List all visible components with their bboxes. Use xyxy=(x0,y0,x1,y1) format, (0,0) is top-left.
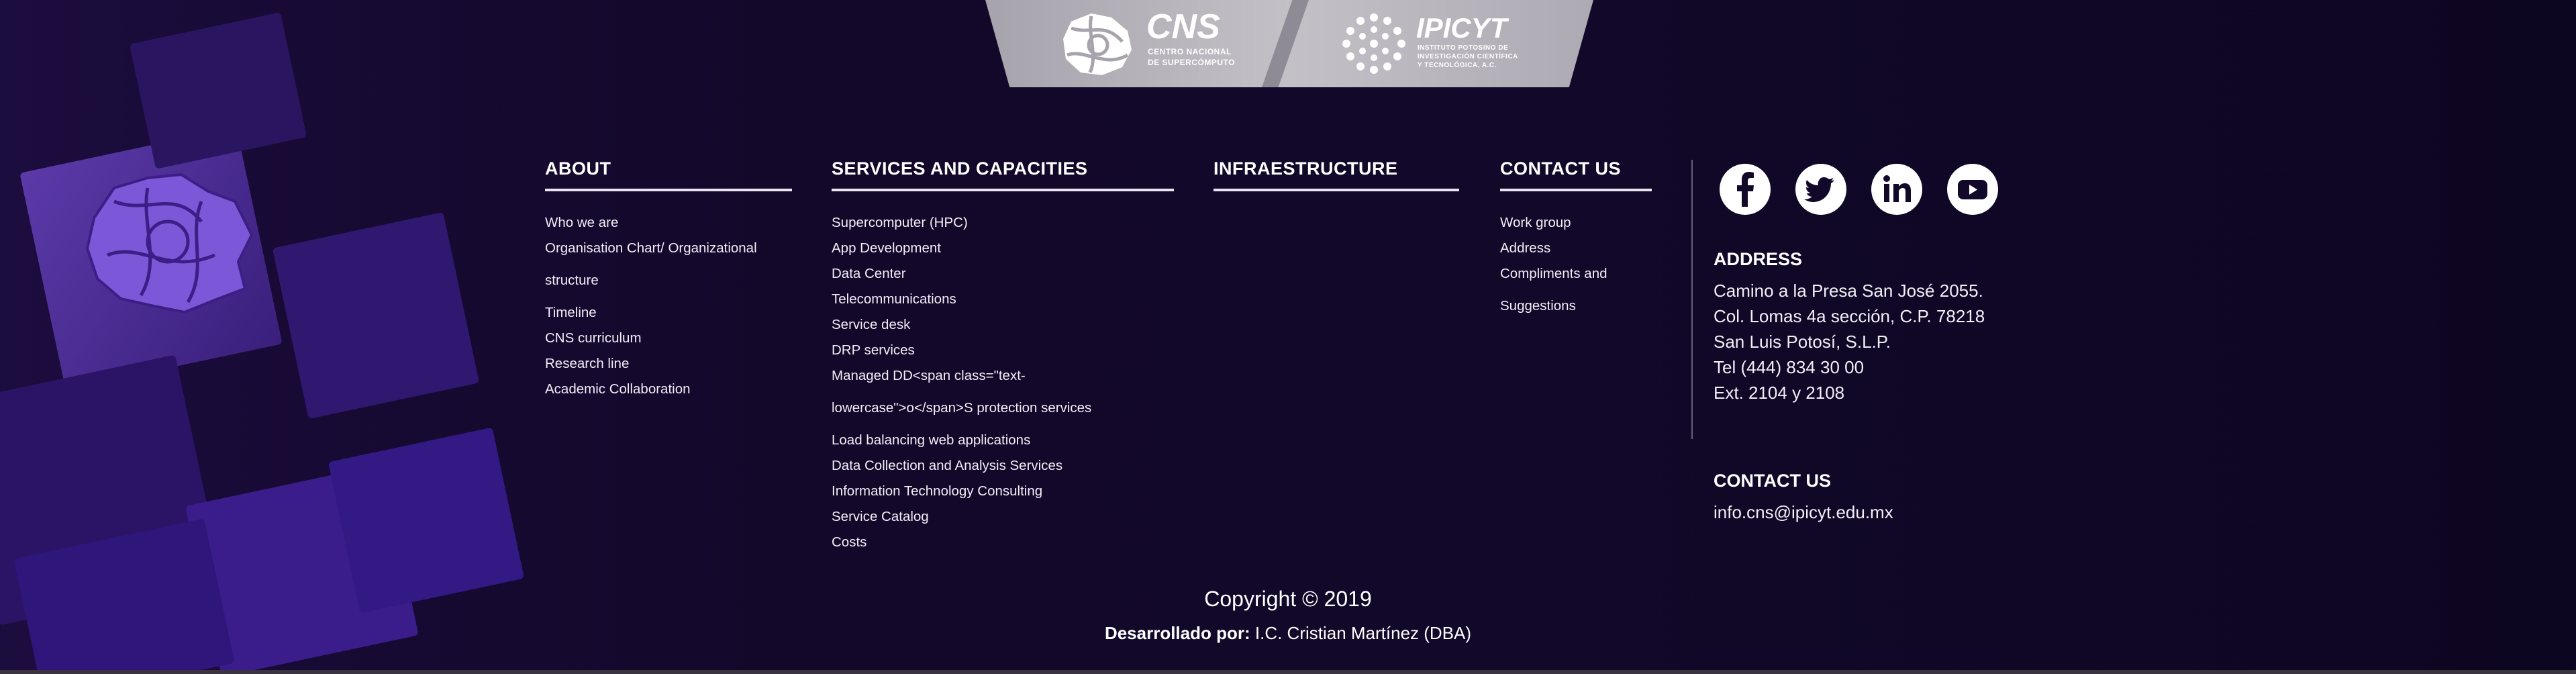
about-heading: ABOUT xyxy=(545,158,792,191)
ipicyt-logo-name: IPICYT xyxy=(1416,12,1507,44)
services-link-costs[interactable]: Costs xyxy=(832,530,1174,555)
services-link-service-catalog[interactable]: Service Catalog xyxy=(832,504,1174,530)
address-heading: ADDRESS xyxy=(1714,249,1803,269)
services-link-drp[interactable]: DRP services xyxy=(832,338,1174,363)
bottom-edge xyxy=(0,670,2576,674)
services-link-app-development[interactable]: App Development xyxy=(832,236,1174,261)
vertical-divider xyxy=(1691,160,1693,439)
cns-emblem-icon xyxy=(85,173,254,314)
cns-logo-sub1: CENTRO NACIONAL xyxy=(1148,47,1232,56)
contact-heading: CONTACT US xyxy=(1500,158,1652,191)
address-block: Camino a la Presa San José 2055. Col. Lo… xyxy=(1714,278,1985,405)
ipicyt-logo-sub1: INSTITUTO POTOSINO DE xyxy=(1418,44,1509,52)
about-link-timeline[interactable]: Timeline xyxy=(545,300,792,326)
background-cubes xyxy=(0,0,2576,674)
services-link-ddos-cont[interactable]: lowercase">o</span>S protection services xyxy=(832,389,1174,428)
address-line: Camino a la Presa San José 2055. xyxy=(1714,281,1983,301)
copyright-text: Copyright © 2019 xyxy=(1204,587,1372,611)
ipicyt-logo-sub3: Y TECNOLÓGICA, A.C. xyxy=(1418,62,1497,69)
facebook-icon[interactable] xyxy=(1720,164,1771,215)
developer-label: Desarrollado por: xyxy=(1104,623,1250,643)
twitter-icon[interactable] xyxy=(1795,164,1846,215)
infra-heading[interactable]: INFRAESTRUCTURE xyxy=(1213,158,1459,191)
linkedin-icon[interactable] xyxy=(1871,164,1922,215)
about-link-who-we-are[interactable]: Who we are xyxy=(545,210,792,236)
services-column: SERVICES AND CAPACITIES Supercomputer (H… xyxy=(832,158,1174,555)
ipicyt-logo-icon[interactable] xyxy=(1338,9,1409,78)
infra-column: INFRAESTRUCTURE xyxy=(1213,158,1459,210)
about-link-organisation-chart[interactable]: Organisation Chart/ Organizational xyxy=(545,236,792,261)
about-column: ABOUT Who we are Organisation Chart/ Org… xyxy=(545,158,792,402)
about-link-cns-curriculum[interactable]: CNS curriculum xyxy=(545,326,792,351)
address-line: San Luis Potosí, S.L.P. xyxy=(1714,332,1891,352)
services-link-hpc[interactable]: Supercomputer (HPC) xyxy=(832,210,1174,236)
services-link-service-desk[interactable]: Service desk xyxy=(832,312,1174,338)
address-line: Col. Lomas 4a sección, C.P. 78218 xyxy=(1714,306,1985,326)
address-extension: Ext. 2104 y 2108 xyxy=(1714,383,1845,403)
youtube-icon[interactable] xyxy=(1947,164,1998,215)
contact-link-address[interactable]: Address xyxy=(1500,236,1652,261)
services-link-it-consulting[interactable]: Information Technology Consulting xyxy=(832,479,1174,504)
about-link-academic-collaboration[interactable]: Academic Collaboration xyxy=(545,377,792,402)
services-link-load-balancing[interactable]: Load balancing web applications xyxy=(832,428,1174,453)
cns-logo-sub2: DE SUPERCÓMPUTO xyxy=(1148,58,1235,67)
services-link-data-center[interactable]: Data Center xyxy=(832,261,1174,287)
cns-logo-name: CNS xyxy=(1146,7,1220,46)
cns-logo-icon[interactable] xyxy=(1058,8,1137,79)
services-heading: SERVICES AND CAPACITIES xyxy=(832,158,1174,191)
contact-us-heading: CONTACT US xyxy=(1714,471,1831,491)
services-link-ddos[interactable]: Managed DD<span class="text- xyxy=(832,363,1174,389)
address-phone: Tel (444) 834 30 00 xyxy=(1714,357,1865,377)
about-link-research-line[interactable]: Research line xyxy=(545,351,792,377)
developer-credit: Desarrollado por: I.C. Cristian Martínez… xyxy=(0,623,2576,644)
contact-email-link[interactable]: info.cns@ipicyt.edu.mx xyxy=(1714,502,1893,523)
contact-column: CONTACT US Work group Address Compliment… xyxy=(1500,158,1652,326)
about-link-organisation-chart-cont[interactable]: structure xyxy=(545,261,792,300)
contact-link-compliments[interactable]: Compliments and xyxy=(1500,261,1652,287)
services-link-data-collection[interactable]: Data Collection and Analysis Services xyxy=(832,453,1174,479)
contact-link-suggestions[interactable]: Suggestions xyxy=(1500,287,1652,326)
ipicyt-logo-sub2: INVESTIGACIÓN CIENTÍFICA xyxy=(1418,53,1518,60)
developer-name: I.C. Cristian Martínez (DBA) xyxy=(1250,623,1472,643)
services-link-telecommunications[interactable]: Telecommunications xyxy=(832,287,1174,312)
contact-link-work-group[interactable]: Work group xyxy=(1500,210,1652,236)
